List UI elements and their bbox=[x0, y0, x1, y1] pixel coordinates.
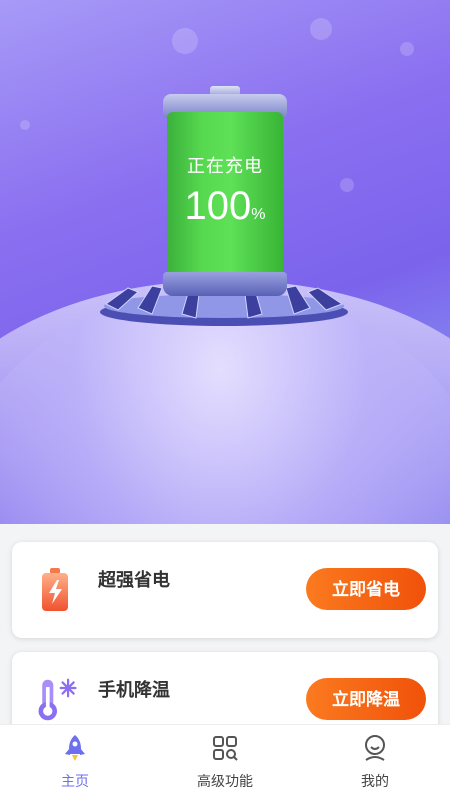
tab-label: 我的 bbox=[361, 774, 389, 790]
charging-status-text: 正在充电 bbox=[187, 156, 263, 177]
card-title: 手机降温 bbox=[98, 680, 170, 701]
tab-label: 主页 bbox=[61, 774, 89, 790]
feature-list: 超强省电 立即省电 手机降温 立即降温 bbox=[0, 524, 450, 724]
rocket-icon bbox=[65, 735, 85, 761]
bokeh-dot bbox=[400, 42, 414, 56]
battery-percent-readout: 100% bbox=[163, 182, 287, 239]
battery-percent-unit: % bbox=[251, 206, 266, 223]
charging-hero: 正在充电 100% bbox=[0, 0, 450, 524]
bokeh-dot bbox=[340, 178, 354, 192]
tab-my-profile[interactable]: 我的 bbox=[300, 725, 450, 801]
card-title: 超强省电 bbox=[98, 570, 170, 591]
grid-search-icon bbox=[213, 736, 238, 761]
thermometer-snowflake-icon bbox=[38, 678, 77, 721]
bokeh-dot bbox=[20, 120, 30, 130]
phone-cooling-card: 手机降温 立即降温 bbox=[12, 652, 438, 724]
battery-graphic: 正在充电 100% bbox=[163, 86, 287, 300]
save-power-button[interactable]: 立即省电 bbox=[306, 568, 426, 610]
bottom-tab-bar: 主页 高级功能 我的 bbox=[0, 724, 450, 801]
tab-label: 高级功能 bbox=[197, 774, 253, 790]
tab-home[interactable]: 主页 bbox=[0, 725, 150, 801]
battery-bottom-ring bbox=[163, 272, 287, 296]
battery-charging-icon bbox=[42, 568, 68, 611]
bokeh-dot bbox=[172, 28, 198, 54]
battery-percent-value: 100 bbox=[184, 184, 252, 228]
profile-icon bbox=[365, 735, 385, 761]
power-saving-card: 超强省电 立即省电 bbox=[12, 542, 438, 638]
cool-down-button[interactable]: 立即降温 bbox=[306, 678, 426, 720]
tab-advanced-features[interactable]: 高级功能 bbox=[150, 725, 300, 801]
bokeh-dot bbox=[310, 18, 332, 40]
